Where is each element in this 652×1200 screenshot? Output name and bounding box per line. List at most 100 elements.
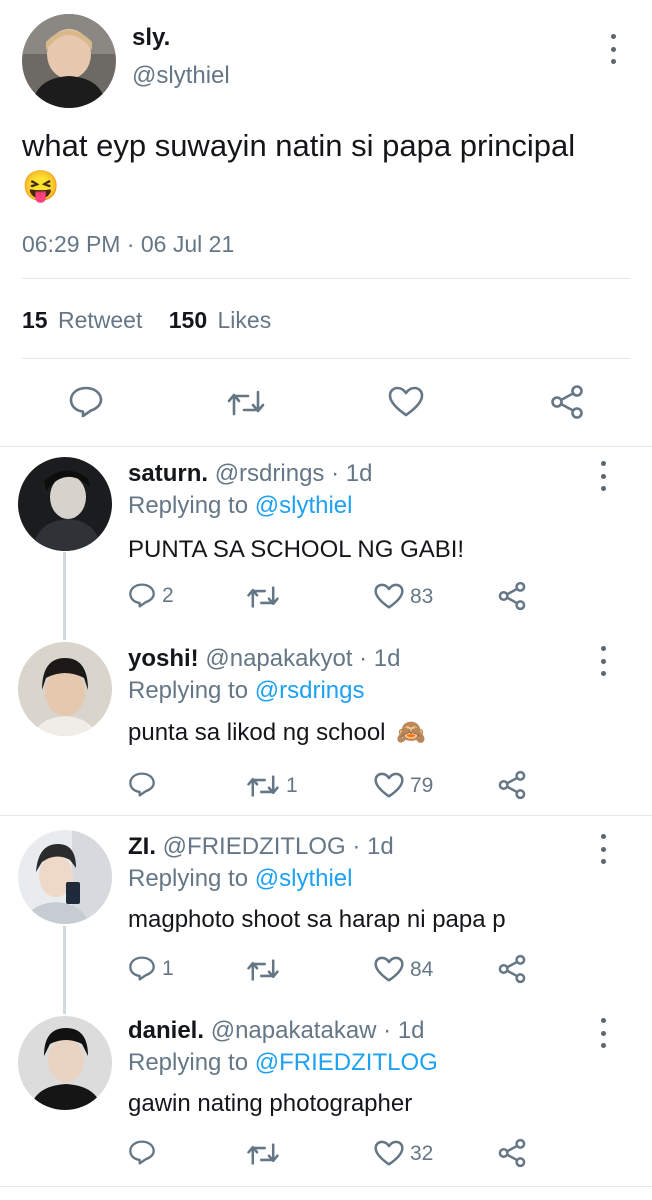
reply-emoji: 🙈 (396, 719, 427, 746)
like-count: 32 (410, 1141, 434, 1165)
retweet-arrows-icon (227, 390, 265, 416)
author-avatar[interactable] (22, 14, 116, 108)
divider (0, 815, 652, 816)
reply-header: saturn. @rsdrings · 1d (128, 460, 372, 488)
retweet-arrows-icon (247, 586, 279, 608)
share-nodes-icon (498, 954, 526, 984)
reply-bubble-icon (129, 772, 155, 797)
retweet-arrows-icon (247, 775, 279, 797)
reply-display-name[interactable]: daniel. (128, 1017, 204, 1044)
retweet-button[interactable] (246, 957, 286, 983)
reply-body: punta sa likod ng school (128, 719, 386, 746)
divider (0, 446, 652, 447)
more-options-icon[interactable] (598, 1018, 608, 1048)
share-nodes-icon (498, 770, 526, 800)
reply-meta[interactable]: @napakatakaw · 1d (211, 1017, 425, 1044)
replying-to-link[interactable]: @FRIEDZITLOG (255, 1049, 438, 1076)
replying-label: Replying to (128, 492, 249, 519)
replying-to: Replying to @slythiel (128, 865, 352, 893)
reply-button[interactable]: 1 (128, 955, 174, 982)
reply-text: magphoto shoot sa harap ni papa p (128, 906, 506, 933)
reply-button[interactable] (128, 771, 162, 798)
reply-avatar[interactable] (18, 457, 112, 551)
replying-to-link[interactable]: @slythiel (255, 865, 353, 892)
author-display-name[interactable]: sly. (132, 24, 170, 52)
reply-count: 2 (162, 583, 174, 607)
replying-to-link[interactable]: @slythiel (255, 492, 353, 519)
replying-label: Replying to (128, 1049, 249, 1076)
reply-avatar[interactable] (18, 830, 112, 924)
more-options-icon[interactable] (598, 461, 608, 491)
retweet-button[interactable]: 1 (246, 773, 298, 799)
reply-display-name[interactable]: ZI. (128, 833, 156, 860)
author-handle[interactable]: @slythiel (132, 62, 230, 90)
heart-icon (374, 583, 404, 609)
replying-to: Replying to @rsdrings (128, 677, 364, 705)
reply-button[interactable] (128, 1139, 162, 1166)
like-button[interactable]: 32 (374, 1140, 433, 1167)
reply-button[interactable] (68, 385, 104, 419)
tweet-text: what eyp suwayin natin si papa principal… (22, 126, 632, 207)
more-options-icon[interactable] (598, 834, 608, 864)
retweet-label[interactable]: Retweet (58, 307, 142, 333)
divider (22, 358, 630, 359)
replying-to-link[interactable]: @rsdrings (255, 677, 365, 704)
divider (0, 1186, 652, 1187)
tweet-body: what eyp suwayin natin si papa principal (22, 128, 576, 163)
share-button[interactable] (497, 770, 527, 800)
reply-avatar[interactable] (18, 642, 112, 736)
reply-header: yoshi! @napakakyot · 1d (128, 645, 401, 673)
replying-label: Replying to (128, 865, 249, 892)
tweet-timestamp[interactable]: 06:29 PM · 06 Jul 21 (22, 231, 234, 258)
retweet-count: 1 (286, 774, 298, 797)
retweet-arrows-icon (247, 1143, 279, 1165)
replying-label: Replying to (128, 677, 249, 704)
heart-icon (374, 772, 404, 798)
retweet-button[interactable] (246, 584, 286, 610)
reply-display-name[interactable]: yoshi! (128, 645, 199, 672)
heart-icon (374, 1140, 404, 1166)
reply-text: gawin nating photographer (128, 1090, 413, 1117)
retweet-button[interactable] (246, 1141, 286, 1167)
reply-header: ZI. @FRIEDZITLOG · 1d (128, 833, 394, 861)
reply-bubble-icon (69, 386, 103, 418)
divider (22, 278, 630, 279)
share-button[interactable] (497, 954, 527, 984)
like-count: 79 (410, 773, 434, 797)
retweet-count[interactable]: 15 (22, 307, 48, 333)
reply-display-name[interactable]: saturn. (128, 460, 208, 487)
likes-count[interactable]: 150 (169, 307, 207, 333)
reply-text: punta sa likod ng school 🙈 (128, 718, 426, 747)
reply-button[interactable]: 2 (128, 582, 174, 609)
share-button[interactable] (549, 384, 585, 420)
reply-avatar[interactable] (18, 1016, 112, 1110)
heart-icon (374, 956, 404, 982)
reply-bubble-icon (129, 1140, 155, 1165)
share-button[interactable] (497, 581, 527, 611)
reply-bubble-icon (129, 583, 155, 608)
share-nodes-icon (551, 385, 583, 419)
like-button[interactable]: 79 (374, 772, 433, 799)
like-count: 83 (410, 584, 434, 608)
like-button[interactable]: 84 (374, 956, 433, 983)
reply-bubble-icon (129, 956, 155, 981)
more-options-icon[interactable] (608, 34, 618, 64)
heart-icon (388, 386, 424, 417)
replying-to: Replying to @FRIEDZITLOG (128, 1049, 438, 1077)
reply-meta[interactable]: @napakakyot · 1d (205, 645, 400, 672)
retweet-arrows-icon (247, 959, 279, 981)
share-nodes-icon (498, 581, 526, 611)
likes-label[interactable]: Likes (218, 307, 272, 333)
tweet-stats: 15 Retweet 150 Likes (22, 307, 271, 334)
like-button[interactable]: 83 (374, 583, 433, 610)
reply-meta[interactable]: @rsdrings · 1d (215, 460, 373, 487)
reply-meta[interactable]: @FRIEDZITLOG · 1d (163, 833, 394, 860)
tweet-emoji: 😝 (22, 170, 60, 203)
more-options-icon[interactable] (598, 646, 608, 676)
like-button[interactable] (388, 386, 424, 418)
like-count: 84 (410, 957, 434, 981)
thread-connector (63, 926, 66, 1014)
share-button[interactable] (497, 1138, 527, 1168)
retweet-button[interactable] (226, 388, 266, 418)
reply-text: PUNTA SA SCHOOL NG GABI! (128, 536, 465, 563)
